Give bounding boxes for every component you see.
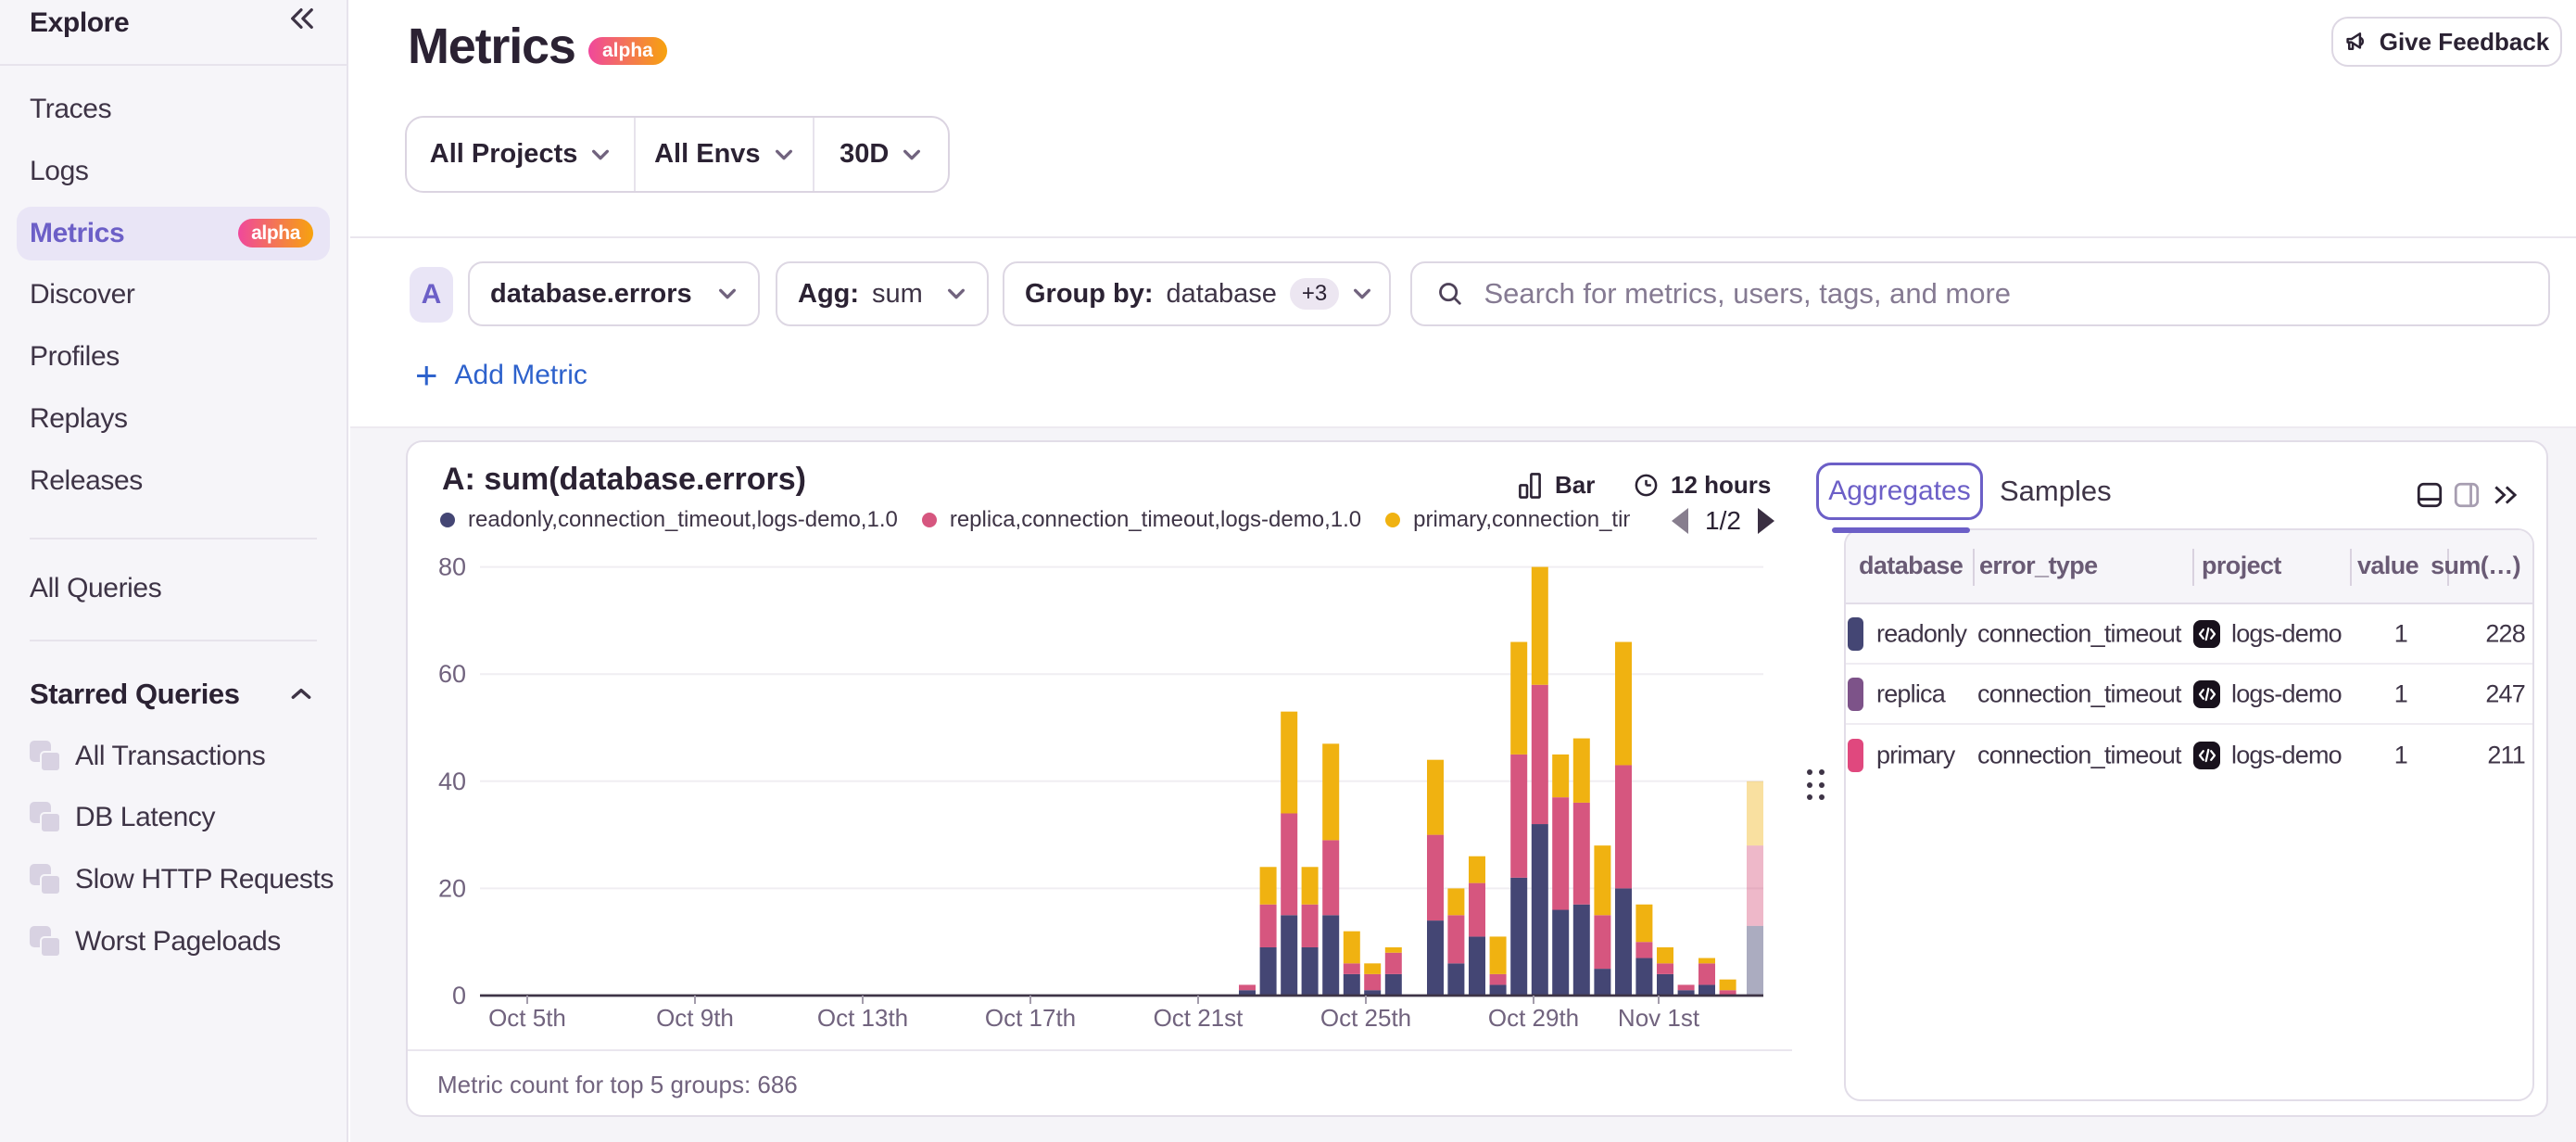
svg-text:20: 20: [438, 874, 466, 902]
svg-text:Oct 25th: Oct 25th: [1320, 1004, 1411, 1032]
svg-text:Oct 17th: Oct 17th: [985, 1004, 1076, 1032]
svg-text:Oct 21st: Oct 21st: [1154, 1004, 1244, 1032]
svg-text:40: 40: [438, 768, 466, 795]
svg-text:Nov 1st: Nov 1st: [1618, 1004, 1700, 1032]
svg-text:Oct 5th: Oct 5th: [488, 1004, 566, 1032]
svg-text:Oct 13th: Oct 13th: [817, 1004, 908, 1032]
svg-text:60: 60: [438, 660, 466, 688]
svg-text:80: 80: [438, 553, 466, 581]
svg-text:0: 0: [452, 982, 466, 1009]
svg-text:Oct 29th: Oct 29th: [1488, 1004, 1579, 1032]
svg-text:Oct 9th: Oct 9th: [656, 1004, 734, 1032]
